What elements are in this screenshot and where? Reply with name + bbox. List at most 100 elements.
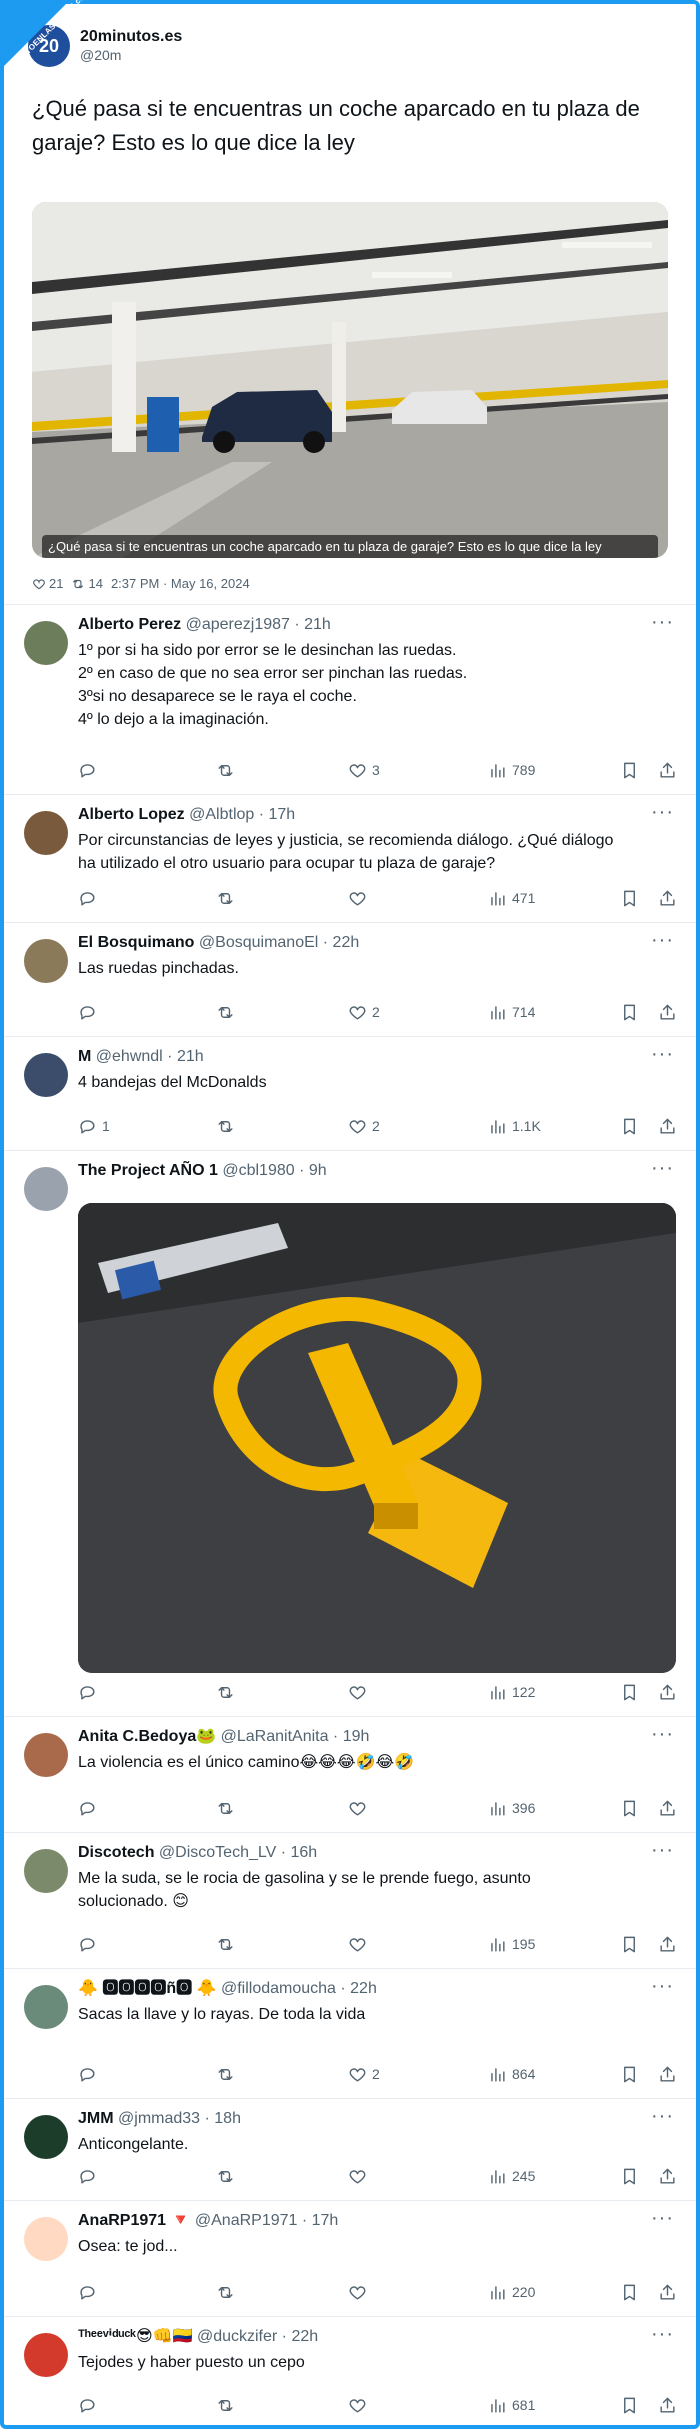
views-button[interactable]: 681 xyxy=(488,2394,535,2416)
reply-button[interactable] xyxy=(78,2281,102,2303)
author-name[interactable]: The Project AÑO 1 xyxy=(78,1162,218,1179)
heart-button[interactable]: 2 xyxy=(348,2063,380,2085)
retweet-button[interactable] xyxy=(216,887,235,909)
retweet-button[interactable] xyxy=(216,1933,235,1955)
heart-button[interactable]: 2 xyxy=(348,1001,380,1023)
heart-button[interactable] xyxy=(348,887,372,909)
author-name[interactable]: JMM xyxy=(78,2110,114,2127)
views-button[interactable]: 220 xyxy=(488,2281,535,2303)
views-button[interactable]: 396 xyxy=(488,1797,535,1819)
share-button[interactable] xyxy=(658,887,677,909)
bookmark-button[interactable] xyxy=(620,1933,639,1955)
reply-button[interactable]: 1 xyxy=(78,1115,110,1137)
more-icon[interactable]: ··· xyxy=(651,2105,674,2128)
heart-button[interactable]: 3 xyxy=(348,759,380,781)
author-name[interactable]: M xyxy=(78,1048,91,1065)
share-button[interactable] xyxy=(658,2063,677,2085)
more-icon[interactable]: ··· xyxy=(651,1043,674,1066)
main-retweets[interactable]: 14 xyxy=(71,576,103,591)
bookmark-button[interactable] xyxy=(620,759,639,781)
reply-button[interactable] xyxy=(78,759,102,781)
retweet-button[interactable] xyxy=(216,1001,235,1023)
more-icon[interactable]: ··· xyxy=(651,1157,674,1180)
views-button[interactable]: 864 xyxy=(488,2063,535,2085)
heart-button[interactable] xyxy=(348,1933,372,1955)
heart-button[interactable] xyxy=(348,1681,372,1703)
share-button[interactable] xyxy=(658,2165,677,2187)
share-button[interactable] xyxy=(658,759,677,781)
more-icon[interactable]: ··· xyxy=(651,611,674,634)
share-button[interactable] xyxy=(658,1933,677,1955)
avatar[interactable] xyxy=(24,621,68,665)
more-icon[interactable]: ··· xyxy=(651,1839,674,1862)
avatar[interactable] xyxy=(24,1167,68,1211)
more-icon[interactable]: ··· xyxy=(651,801,674,824)
bookmark-button[interactable] xyxy=(620,2165,639,2187)
reply-button[interactable] xyxy=(78,1797,102,1819)
views-button[interactable]: 245 xyxy=(488,2165,535,2187)
author-handle[interactable]: @DiscoTech_LV · 16h xyxy=(159,1844,317,1861)
bookmark-button[interactable] xyxy=(620,1115,639,1137)
heart-button[interactable]: 2 xyxy=(348,1115,380,1137)
author-handle[interactable]: @BosquimanoEl · 22h xyxy=(199,934,359,951)
author-handle[interactable]: @Albtlop · 17h xyxy=(189,806,295,823)
retweet-button[interactable] xyxy=(216,2165,235,2187)
reply-button[interactable] xyxy=(78,1001,102,1023)
author-name[interactable]: Anita C.Bedoya🐸 xyxy=(78,1728,216,1745)
heart-button[interactable] xyxy=(348,2394,372,2416)
author-name[interactable]: 🐥 🅾🅾🅾🅾ñ🅾 🐥 xyxy=(78,1980,217,1997)
bookmark-button[interactable] xyxy=(620,1681,639,1703)
author-handle[interactable]: @jmmad33 · 18h xyxy=(118,2110,241,2127)
share-button[interactable] xyxy=(658,2394,677,2416)
author-name[interactable]: El Bosquimano xyxy=(78,934,194,951)
more-icon[interactable]: ··· xyxy=(651,1975,674,1998)
author-name[interactable]: AnaRP1971 🔻 xyxy=(78,2212,190,2229)
reply-button[interactable] xyxy=(78,1933,102,1955)
avatar[interactable] xyxy=(24,1849,68,1893)
share-button[interactable] xyxy=(658,2281,677,2303)
views-button[interactable]: 789 xyxy=(488,759,535,781)
avatar[interactable] xyxy=(24,2217,68,2261)
views-button[interactable]: 714 xyxy=(488,1001,535,1023)
heart-button[interactable] xyxy=(348,2165,372,2187)
share-button[interactable] xyxy=(658,1115,677,1137)
author-name[interactable]: ᵀʰᵉᵉᵛⁱᵈᵘᶜᵏ😎👊🇨🇴 xyxy=(78,2328,193,2345)
more-icon[interactable]: ··· xyxy=(651,929,674,952)
reply-button[interactable] xyxy=(78,2394,102,2416)
heart-button[interactable] xyxy=(348,2281,372,2303)
reply-button[interactable] xyxy=(78,1681,102,1703)
author-handle[interactable]: @fillodamoucha · 22h xyxy=(221,1980,377,1997)
more-icon[interactable]: ··· xyxy=(651,1723,674,1746)
main-likes[interactable]: 21 xyxy=(32,576,63,591)
reply-photo[interactable] xyxy=(78,1203,676,1673)
author-name[interactable]: Alberto Lopez xyxy=(78,806,185,823)
author-handle[interactable]: @AnaRP1971 · 17h xyxy=(195,2212,338,2229)
share-button[interactable] xyxy=(658,1001,677,1023)
views-button[interactable]: 122 xyxy=(488,1681,535,1703)
views-button[interactable]: 195 xyxy=(488,1933,535,1955)
bookmark-button[interactable] xyxy=(620,1001,639,1023)
timestamp[interactable]: 2:37 PM · May 16, 2024 xyxy=(111,576,250,591)
retweet-button[interactable] xyxy=(216,2394,235,2416)
views-button[interactable]: 1.1K xyxy=(488,1115,541,1137)
author-handle[interactable]: @aperezj1987 · 21h xyxy=(186,616,331,633)
avatar[interactable] xyxy=(24,1053,68,1097)
author-handle[interactable]: @duckzifer · 22h xyxy=(197,2328,318,2345)
author-handle[interactable]: @ehwndl · 21h xyxy=(96,1048,204,1065)
retweet-button[interactable] xyxy=(216,2281,235,2303)
avatar[interactable] xyxy=(24,939,68,983)
bookmark-button[interactable] xyxy=(620,887,639,909)
reply-button[interactable] xyxy=(78,2165,102,2187)
bookmark-button[interactable] xyxy=(620,2281,639,2303)
retweet-button[interactable] xyxy=(216,2063,235,2085)
author-name[interactable]: Alberto Perez xyxy=(78,616,181,633)
tweet-photo[interactable]: ¿Qué pasa si te encuentras un coche apar… xyxy=(32,202,668,558)
author-handle[interactable]: @cbl1980 · 9h xyxy=(222,1162,326,1179)
avatar[interactable] xyxy=(24,2115,68,2159)
share-button[interactable] xyxy=(658,1797,677,1819)
author-handle[interactable]: @LaRanitAnita · 19h xyxy=(221,1728,370,1745)
more-icon[interactable]: ··· xyxy=(651,2323,674,2346)
avatar[interactable] xyxy=(24,811,68,855)
retweet-button[interactable] xyxy=(216,759,235,781)
avatar[interactable] xyxy=(24,1733,68,1777)
